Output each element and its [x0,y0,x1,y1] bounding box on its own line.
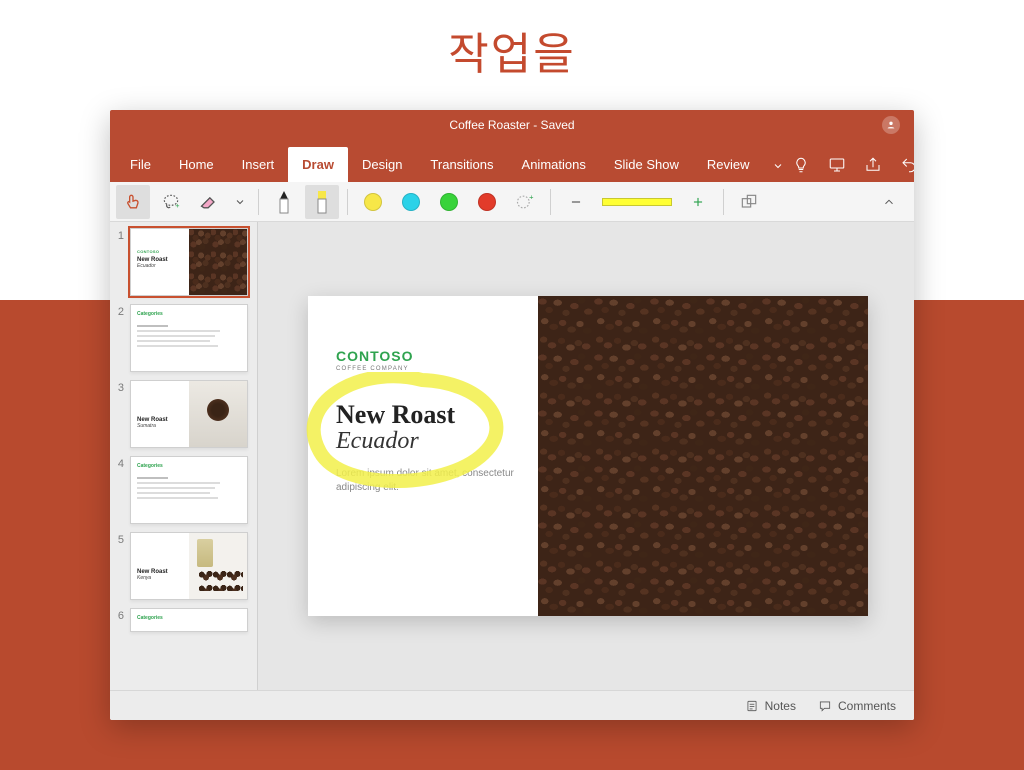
width-increase-button[interactable] [681,185,715,219]
tab-file[interactable]: File [116,147,165,182]
thumb-sub: Kenya [137,575,187,581]
svg-text:+: + [175,200,180,209]
thumbnail-slide-6[interactable]: Categories [130,608,248,632]
thumb-logo: CONTOSO [137,249,187,254]
color-green[interactable] [432,185,466,219]
thumbnail-number: 1 [110,228,124,296]
touch-draw-button[interactable] [116,185,150,219]
draw-toolbar: + + [110,182,914,222]
thumbnail-row[interactable]: 4 Categories [110,456,251,524]
thumbnail-row[interactable]: 6 Categories [110,608,251,632]
thumbnail-row[interactable]: 1 CONTOSO New Roast Ecuador [110,228,251,296]
slide[interactable]: CONTOSO COFFEE COMPANY New Roast Ecuador… [308,296,868,616]
thumb-heading: Categories [137,311,241,317]
tab-review[interactable]: Review [693,147,764,182]
tab-insert[interactable]: Insert [228,147,289,182]
thumbnail-row[interactable]: 3 New Roast Sumatra [110,380,251,448]
thumbnail-rail[interactable]: 1 CONTOSO New Roast Ecuador 2 Categories… [110,222,258,690]
thumbnail-slide-2[interactable]: Categories [130,304,248,372]
tab-more[interactable] [764,150,792,182]
thumb-lines [137,325,241,347]
thumbnail-slide-1[interactable]: CONTOSO New Roast Ecuador [130,228,248,296]
powerpoint-window: Coffee Roaster - Saved File Home Insert … [110,110,914,720]
thumb-sub: Ecuador [137,263,187,269]
thumb-image [189,229,247,295]
width-preview [597,185,677,219]
color-cyan[interactable] [394,185,428,219]
thumbnail-number: 2 [110,304,124,372]
present-icon[interactable] [828,156,846,174]
share-icon[interactable] [864,156,882,174]
slide-body: Lorem ipsum dolor sit amet, consectetur … [336,467,518,495]
slide-image-coffee-beans [538,296,868,616]
separator [550,189,551,215]
ink-to-shape-button[interactable] [732,185,766,219]
thumbnail-number: 6 [110,608,124,632]
slide-logo: CONTOSO [336,348,518,364]
page-hero-title: 작업을 [0,0,1024,82]
tab-animations[interactable]: Animations [508,147,600,182]
eraser-button[interactable] [192,185,226,219]
slide-canvas[interactable]: CONTOSO COFFEE COMPANY New Roast Ecuador… [258,222,914,690]
ribbon-right-actions [792,156,914,182]
thumb-image [189,533,247,599]
document-title: Coffee Roaster - Saved [449,118,574,132]
thumb-heading: Categories [137,463,241,469]
separator [347,189,348,215]
thumb-lines [137,477,241,499]
lasso-select-button[interactable]: + [154,185,188,219]
tab-home[interactable]: Home [165,147,228,182]
thumbnail-row[interactable]: 2 Categories [110,304,251,372]
comments-icon [818,699,832,713]
lightbulb-icon[interactable] [792,156,810,174]
color-yellow[interactable] [356,185,390,219]
svg-text:+: + [529,192,534,201]
slide-title: New Roast [336,400,518,430]
thumb-heading: Categories [137,615,241,621]
width-decrease-button[interactable] [559,185,593,219]
thumb-image [189,381,247,447]
color-red[interactable] [470,185,504,219]
thumbnail-slide-4[interactable]: Categories [130,456,248,524]
account-icon[interactable] [882,116,900,134]
tab-draw[interactable]: Draw [288,147,348,182]
thumb-sub: Sumatra [137,423,187,429]
collapse-ribbon-button[interactable] [882,195,908,209]
comments-label: Comments [838,699,896,713]
separator [258,189,259,215]
tab-transitions[interactable]: Transitions [416,147,507,182]
slide-subtitle: Ecuador [336,428,518,455]
thumbnail-slide-3[interactable]: New Roast Sumatra [130,380,248,448]
add-color-button[interactable]: + [508,185,542,219]
highlighter-button[interactable] [305,185,339,219]
comments-button[interactable]: Comments [818,699,896,713]
titlebar-top: Coffee Roaster - Saved [110,110,914,140]
notes-label: Notes [765,699,796,713]
thumbnail-number: 4 [110,456,124,524]
status-bar: Notes Comments [110,690,914,720]
undo-icon[interactable] [900,156,914,174]
work-area: 1 CONTOSO New Roast Ecuador 2 Categories… [110,222,914,690]
titlebar: Coffee Roaster - Saved File Home Insert … [110,110,914,182]
thumbnail-number: 5 [110,532,124,600]
thumbnail-slide-5[interactable]: New Roast Kenya [130,532,248,600]
tab-design[interactable]: Design [348,147,416,182]
separator [723,189,724,215]
tab-slideshow[interactable]: Slide Show [600,147,693,182]
pen-button[interactable] [267,185,301,219]
slide-logo-sub: COFFEE COMPANY [336,366,518,372]
thumbnail-number: 3 [110,380,124,448]
thumbnail-row[interactable]: 5 New Roast Kenya [110,532,251,600]
notes-icon [745,699,759,713]
notes-button[interactable]: Notes [745,699,796,713]
eraser-menu-button[interactable] [230,185,250,219]
slide-text-area[interactable]: CONTOSO COFFEE COMPANY New Roast Ecuador… [308,296,538,616]
ribbon-tabs: File Home Insert Draw Design Transitions… [110,140,914,182]
